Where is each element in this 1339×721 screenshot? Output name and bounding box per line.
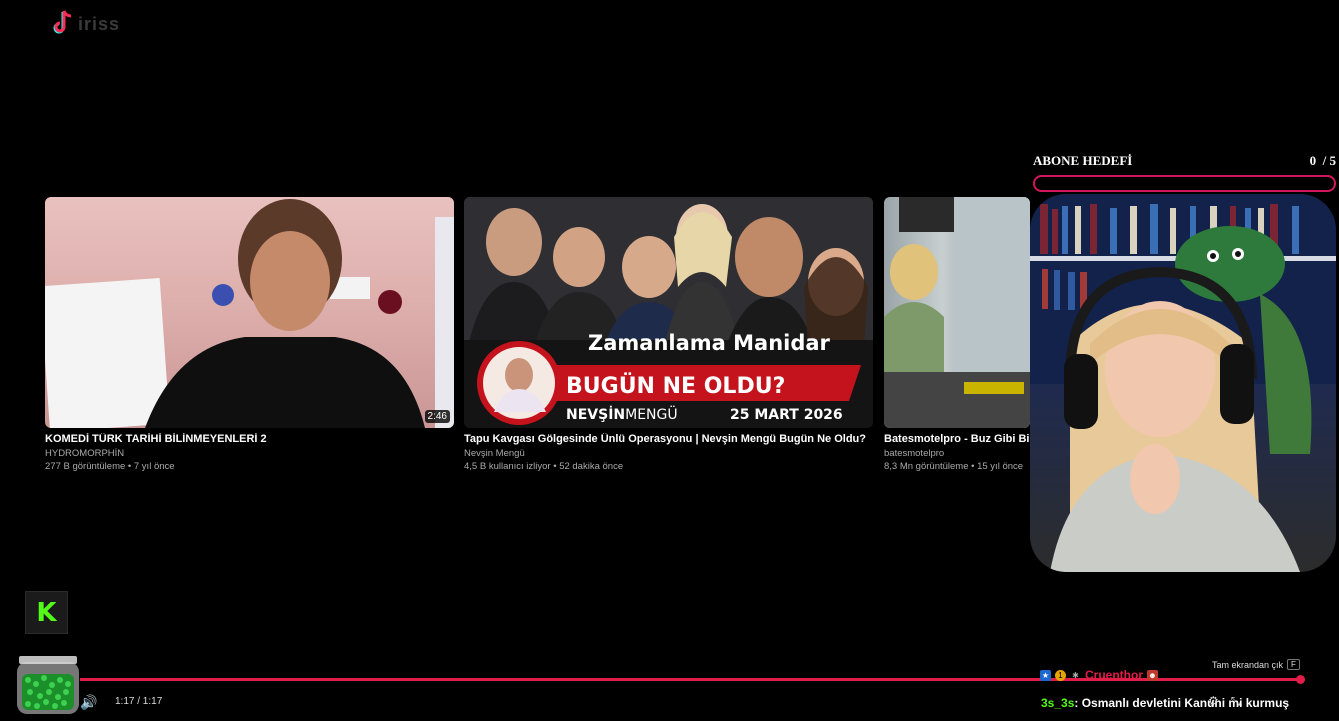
chat-username: Cruenthor [1085, 668, 1143, 682]
svg-text:NEVŞİNMENGÜ: NEVŞİNMENGÜ [566, 405, 678, 423]
kick-icon: K [36, 597, 57, 628]
thumb-brand-bold: NEVŞİN [566, 406, 625, 423]
video-title[interactable]: Tapu Kavgası Gölgesinde Ünlü Operasyonu … [464, 433, 873, 445]
badge-icon: ★ [1040, 669, 1051, 681]
fullscreen-tooltip: Tam ekrandan çık F [1212, 659, 1300, 670]
video-card[interactable]: 2:46 KOMEDİ TÜRK TARİHİ BİLİNMEYENLERİ 2… [45, 197, 454, 472]
goal-label: ABONE HEDEFİ [1033, 153, 1133, 168]
thumb-brand-light: MENGÜ [625, 405, 678, 423]
goal-count: 0 / 5 [1309, 153, 1336, 168]
chat-username: 3s_3s [1041, 696, 1075, 710]
video-card[interactable]: Batesmotelpro - Buz Gibi Birad batesmote… [884, 197, 1030, 472]
channel-name[interactable]: batesmotelpro [884, 448, 1030, 459]
jar-icon [17, 656, 79, 714]
webcam-image [1030, 194, 1336, 572]
tiktok-logo: iriss [50, 10, 120, 38]
jar-widget [16, 654, 80, 716]
video-thumbnail[interactable] [884, 197, 1030, 428]
thumbnail-image: Zamanlama Manidar BUGÜN NE OLDU? NEVŞİNM… [464, 197, 873, 428]
player-controls: ⚙ ⤡ [1208, 694, 1240, 709]
channel-name[interactable]: HYDROMORPHİN [45, 448, 454, 459]
thumbnail-image [45, 199, 454, 428]
video-meta: 8,3 Mn görüntüleme • 15 yıl önce [884, 461, 1024, 472]
video-title[interactable]: KOMEDİ TÜRK TARİHİ BİLİNMEYENLERİ 2 [45, 433, 454, 445]
thumb-date: 25 MART 2026 [730, 407, 843, 423]
chat-message: ★ 1 ✱ Cruenthor ☻ [1040, 668, 1158, 682]
thumb-headline: Zamanlama Manidar [588, 331, 831, 355]
kick-logo: K [25, 591, 68, 634]
logo-text: iriss [78, 13, 121, 34]
volume-icon[interactable]: 🔊 [80, 694, 97, 711]
thumb-banner: BUGÜN NE OLDU? [566, 373, 785, 399]
badge-icon: 1 [1055, 669, 1066, 681]
seek-handle[interactable] [1296, 675, 1305, 684]
channel-name[interactable]: Nevşin Mengü [464, 448, 873, 459]
subscriber-goal: ABONE HEDEFİ 0 / 5 [1033, 153, 1336, 192]
tiktok-icon [53, 10, 72, 34]
video-thumbnail[interactable]: Zamanlama Manidar BUGÜN NE OLDU? NEVŞİNM… [464, 197, 873, 428]
video-meta: 277 B görüntüleme • 7 yıl önce [45, 461, 175, 472]
thumbnail-image [884, 197, 1030, 428]
duration-badge: 2:46 [424, 410, 450, 423]
emote-icon: ☻ [1147, 669, 1158, 681]
chat-text: : Osmanlı devletini Kanuni mi kurmuş [1074, 696, 1290, 710]
badge-icon: ✱ [1072, 670, 1079, 680]
webcam-overlay [1030, 194, 1336, 572]
video-title[interactable]: Batesmotelpro - Buz Gibi Birad [884, 433, 1030, 445]
exit-fullscreen-icon[interactable]: ⤡ [1231, 694, 1241, 709]
goal-progress-bar [1033, 175, 1336, 192]
video-card[interactable]: Zamanlama Manidar BUGÜN NE OLDU? NEVŞİNM… [464, 197, 873, 472]
video-thumbnail[interactable]: 2:46 [45, 197, 454, 428]
video-meta: 4,5 B kullanıcı izliyor • 52 dakika önce [464, 461, 624, 472]
settings-icon[interactable]: ⚙ [1208, 694, 1219, 709]
time-display: 1:17 / 1:17 [115, 696, 163, 707]
chat-message: 3s_3s: Osmanlı devletini Kanuni mi kurmu… [1041, 696, 1289, 710]
